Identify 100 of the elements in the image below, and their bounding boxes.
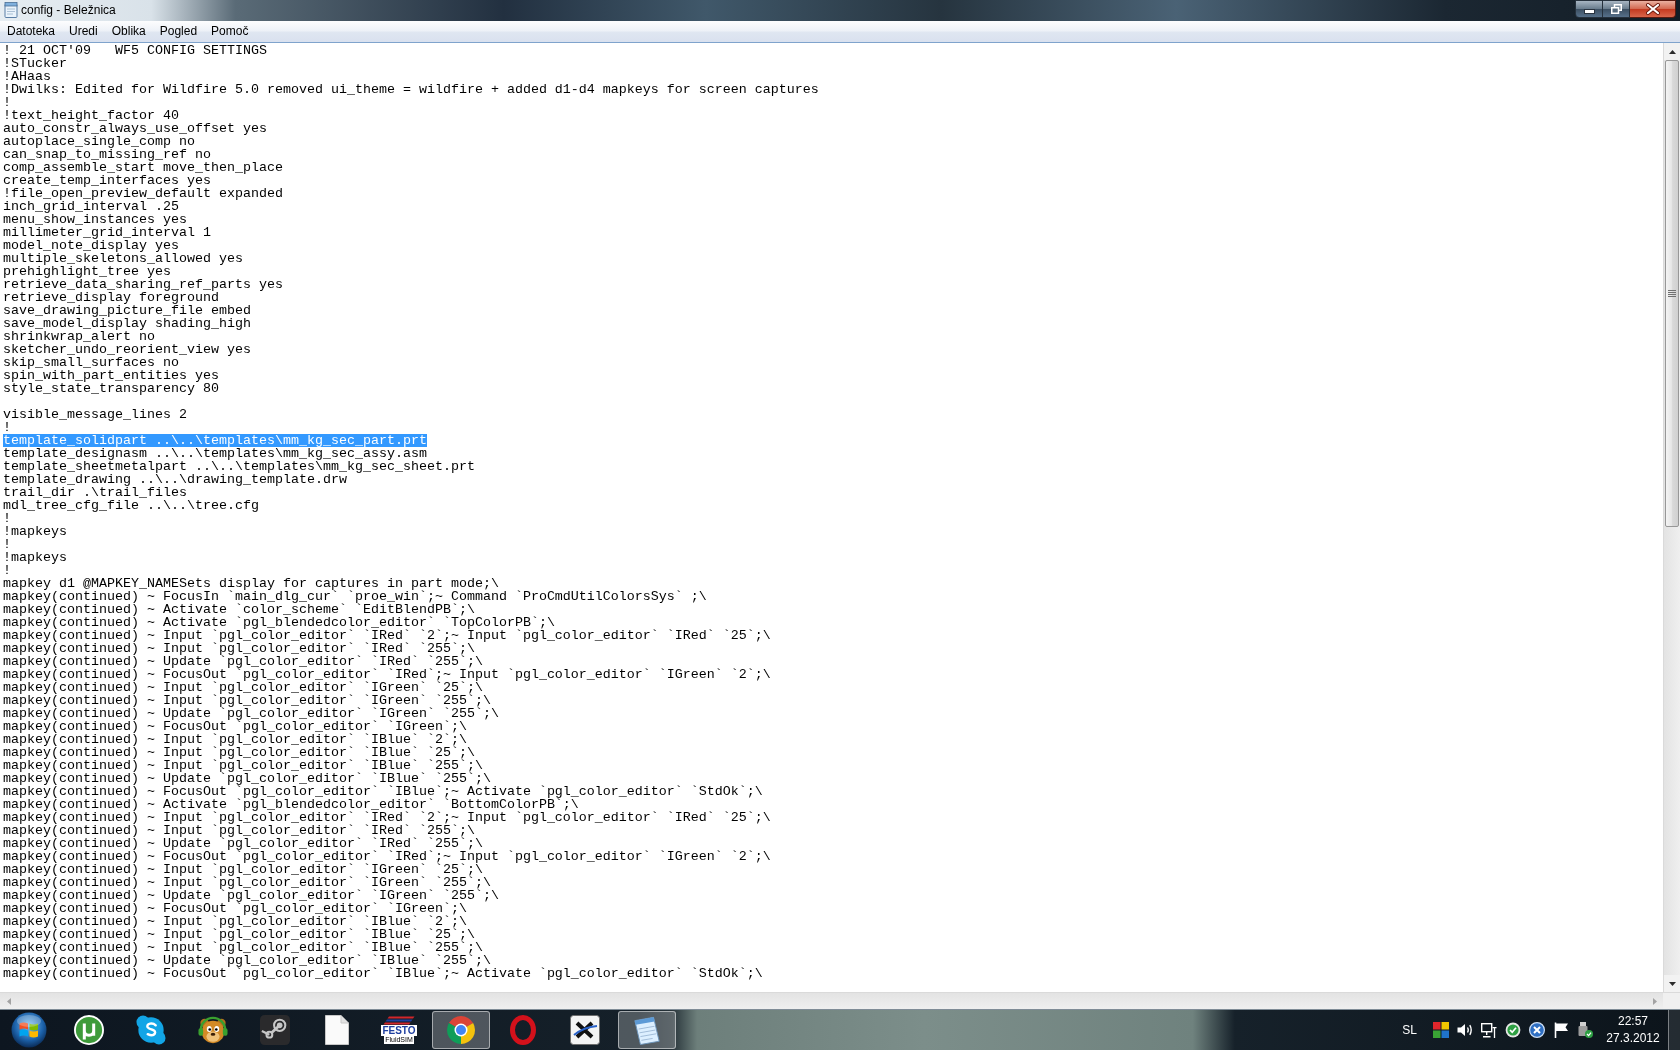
text-line: ! [3, 538, 11, 551]
clock-date[interactable]: 27.3.2012 [1606, 1030, 1660, 1047]
up-arrow-icon [1668, 49, 1676, 54]
text-line: inch_grid_interval .25 [3, 200, 179, 213]
text-line: mapkey(continued) ~ FocusOut `pgl_color_editor` `IBlue`;~ Activate `pgl_color_editor` `StdOk`;\ [3, 785, 763, 798]
text-line: retrieve_data_sharing_ref_parts yes [3, 278, 283, 291]
show-desktop-button[interactable] [1668, 1010, 1680, 1050]
text-line: !AHaas [3, 70, 51, 83]
text-line: mapkey(continued) ~ Update `pgl_color_editor` `IBlue` `255`;\ [3, 954, 491, 967]
x-circle-icon[interactable] [1529, 1022, 1545, 1038]
text-line: template_designasm ..\..\templates\mm_kg_sec_assy.asm [3, 447, 427, 460]
text-line: mapkey(continued) ~ Input `pgl_color_editor` `IBlue` `25`;\ [3, 928, 475, 941]
taskbar-button[interactable] [618, 1011, 676, 1049]
text-line: mapkey(continued) ~ FocusOut `pgl_color_editor` `IGreen`;\ [3, 902, 467, 915]
menu-item[interactable]: Uredi [62, 22, 105, 41]
text-line: mapkey(continued) ~ FocusOut `pgl_color_editor` `IRed`;~ Input `pgl_color_editor` `IGreen` `2`;\ [3, 850, 771, 863]
menu-item[interactable]: Pomoč [204, 22, 256, 41]
text-line: shrinkwrap_alert no [3, 330, 155, 343]
menu-item[interactable]: Datoteka [0, 22, 63, 41]
s-logo-icon [136, 1015, 166, 1045]
text-line: mapkey(continued) ~ FocusOut `pgl_color_editor` `IRed`;~ Input `pgl_color_editor` `IGreen` `2`;\ [3, 668, 771, 681]
text-line: mapkey(continued) ~ Update `pgl_color_editor` `IGreen` `255`;\ [3, 707, 499, 720]
language-indicator[interactable]: SL [1402, 1023, 1417, 1037]
window-title: config - Beležnica [21, 2, 116, 19]
text-line: multiple_skeletons_allowed yes [3, 252, 243, 265]
text-line: sketcher_undo_reorient_view yes [3, 343, 251, 356]
text-line: create_temp_interfaces yes [3, 174, 211, 187]
text-line: mapkey(continued) ~ Input `pgl_color_editor` `IBlue` `255`;\ [3, 941, 483, 954]
blank-document-icon [325, 1015, 349, 1045]
text-line: ! [3, 512, 11, 525]
segmented-circle-icon [446, 1015, 476, 1045]
minimize-icon [1583, 9, 1595, 14]
text-line: mapkey d1 @MAPKEY_NAMESets display for captures in part mode;\ [3, 577, 499, 590]
minimize-button[interactable] [1575, 0, 1603, 18]
text-line: model_note_display yes [3, 239, 179, 252]
text-line: mapkey(continued) ~ Input `pgl_color_editor` `IBlue` `2`;\ [3, 915, 467, 928]
restore-icon [1610, 4, 1622, 14]
text-line: mapkey(continued) ~ Activate `color_scheme` `EditBlendPB`;\ [3, 603, 475, 616]
text-line: ! [3, 96, 11, 109]
text-line: !Dwilks: Edited for Wildfire 5.0 removed ui_theme = wildfire + added d1-d4 mapkeys for screen captures [3, 83, 819, 96]
text-line: !text_height_factor 40 [3, 109, 179, 122]
text-line: visible_message_lines 2 [3, 408, 187, 421]
text-line: mapkey(continued) ~ Input `pgl_color_editor` `IRed` `255`;\ [3, 824, 475, 837]
text-line: can_snap_to_missing_ref no [3, 148, 211, 161]
four-squares-icon[interactable] [1433, 1022, 1449, 1038]
check-badge-icon[interactable] [1505, 1022, 1521, 1038]
text-line: mapkey(continued) ~ Activate `pgl_blendedcolor_editor` `BottomColorPB`;\ [3, 798, 579, 811]
linked-circles-logo-icon [260, 1015, 290, 1045]
scroll-up-button[interactable] [1664, 43, 1680, 60]
text-line: ! [3, 564, 11, 577]
text-line: mapkey(continued) ~ Input `pgl_color_editor` `IRed` `2`;~ Input `pgl_color_editor` `IRed` `25`;\ [3, 811, 771, 824]
speaker-icon[interactable] [1457, 1022, 1473, 1038]
striped-logo-icon [383, 1016, 415, 1025]
text-line: mapkey(continued) ~ FocusOut `pgl_color_editor` `IBlue`;~ Activate `pgl_color_editor` `StdOk`;\ [3, 967, 763, 980]
text-line: !STucker [3, 57, 67, 70]
text-line: mapkey(continued) ~ Input `pgl_color_editor` `IGreen` `25`;\ [3, 863, 483, 876]
text-line: ! 21 OCT'09 WF5 CONFIG SETTINGS [3, 44, 267, 57]
flag-icon[interactable] [1553, 1022, 1569, 1038]
text-line: mapkey(continued) ~ FocusOut `pgl_color_editor` `IGreen`;\ [3, 720, 467, 733]
right-arrow-icon [1652, 997, 1657, 1005]
text-line: mapkey(continued) ~ Input `pgl_color_editor` `IGreen` `255`;\ [3, 876, 491, 889]
menu-item[interactable]: Oblika [104, 22, 153, 41]
text-line: mapkey(continued) ~ Update `pgl_color_editor` `IRed` `255`;\ [3, 837, 483, 850]
bear-icon [198, 1015, 228, 1045]
text-line: save_model_display shading_high [3, 317, 251, 330]
text-line: mapkey(continued) ~ Input `pgl_color_editor` `IGreen` `255`;\ [3, 694, 491, 707]
text-line: trail_dir .\trail_files [3, 486, 187, 499]
text-line: !file_open_preview_default expanded [3, 187, 283, 200]
scrollbar-thumb[interactable] [1665, 60, 1679, 527]
text-line: mdl_tree_cfg_file ..\..\tree.cfg [3, 499, 259, 512]
text-line: style_state_transparency 80 [3, 382, 219, 395]
text-line: mapkey(continued) ~ Update `pgl_color_editor` `IRed` `255`;\ [3, 655, 483, 668]
text-line: mapkey(continued) ~ Input `pgl_color_editor` `IBlue` `25`;\ [3, 746, 475, 759]
x-logo-icon [570, 1015, 600, 1045]
notepad-icon [4, 2, 18, 18]
scroll-down-button[interactable] [1664, 975, 1680, 992]
down-arrow-icon [1668, 981, 1676, 986]
text-editor-field[interactable] [0, 43, 1663, 992]
text-line: millimeter_grid_interval 1 [3, 226, 211, 239]
text-line: mapkey(continued) ~ Input `pgl_color_editor` `IBlue` `2`;\ [3, 733, 467, 746]
usb-drive-check-icon[interactable] [1577, 1022, 1593, 1038]
network-icon[interactable] [1481, 1022, 1497, 1038]
orb-flag-icon [11, 1012, 47, 1048]
text-line: mapkey(continued) ~ Input `pgl_color_editor` `IRed` `255`;\ [3, 642, 475, 655]
text-line: mapkey(continued) ~ Activate `pgl_blendedcolor_editor` `TopColorPB`;\ [3, 616, 555, 629]
menu-item[interactable]: Pogled [152, 22, 205, 41]
left-arrow-icon [6, 997, 11, 1005]
text-line: template_drawing ..\..\drawing_template.drw [3, 473, 347, 486]
close-icon [1645, 3, 1660, 15]
clock-time[interactable]: 22:57 [1618, 1013, 1648, 1030]
text-line: autoplace_single_comp no [3, 135, 195, 148]
mu-logo-icon [74, 1015, 104, 1045]
text-line: !mapkeys [3, 551, 67, 564]
restore-button[interactable] [1603, 0, 1630, 18]
text-line: menu_show_instances yes [3, 213, 187, 226]
text-line: auto_constr_always_use_offset yes [3, 122, 267, 135]
grip-icon [1668, 290, 1676, 297]
text-line: skip_small_surfaces no [3, 356, 179, 369]
close-button[interactable] [1630, 0, 1676, 18]
text-line: mapkey(continued) ~ Update `pgl_color_editor` `IGreen` `255`;\ [3, 889, 499, 902]
